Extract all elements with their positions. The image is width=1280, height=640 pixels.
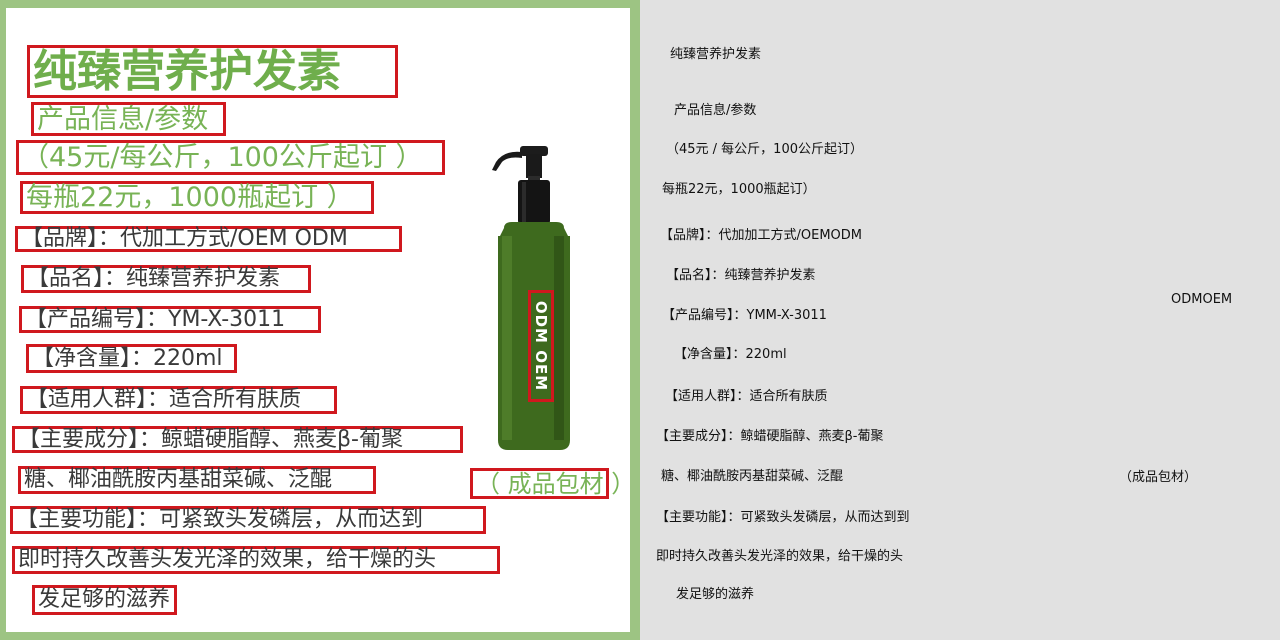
ocr-bottle-label: ODMOEM [1171,292,1233,307]
poster-ingredients-1: 【主要成分】：鲸蜡硬脂醇、燕麦β-葡聚 [12,426,463,453]
poster-users: 【适用人群】：适合所有肤质 [20,386,337,414]
poster-net: 【净含量】：220ml [26,344,237,373]
poster-name: 【品名】：纯臻营养护发素 [21,265,311,293]
ocr-function-2: 即时持久改善头发光泽的效果，给干燥的头 [656,549,904,564]
poster-function-3: 发足够的滋养 [32,585,177,615]
ocr-brand: 【品牌】：代加加工方式/OEMODM [660,228,863,243]
ocr-price-kg: （45元 / 每公斤，100公斤起订） [666,142,863,157]
ocr-subtitle: 产品信息/参数 [674,103,757,118]
poster-function-2: 即时持久改善头发光泽的效果，给干燥的头 [12,546,500,574]
poster-function-1: 【主要功能】：可紧致头发磷层，从而达到 [10,506,486,534]
poster-brand: 【品牌】：代加工方式/OEM ODM [15,226,402,252]
poster-packaging-label: （ 成品包材 ） [470,468,635,499]
poster-code: 【产品编号】：YM-X-3011 [19,306,321,333]
poster-title: 纯臻营养护发素 [27,45,398,98]
ocr-net: 【净含量】：220ml [674,347,787,362]
ocr-title: 纯臻营养护发素 [670,47,762,62]
poster-subtitle: 产品信息/参数 [31,102,226,136]
ocr-ingredients-2: 糖、椰油酰胺丙基甜菜碱、泛醌 [661,469,844,484]
ocr-text-panel: 纯臻营养护发素 产品信息/参数 （45元 / 每公斤，100公斤起订） 每瓶22… [640,0,1280,640]
ocr-users: 【适用人群】：适合所有肤质 [665,389,828,404]
poster-price-kg: （45元/每公斤，100公斤起订 ） [16,140,445,175]
poster-price-bottle: 每瓶22元，1000瓶起订 ） [20,181,374,214]
ocr-price-bottle: 每瓶22元，1000瓶起订） [662,182,816,197]
ocr-packaging: （成品包材） [1119,470,1198,485]
ocr-function-1: 【主要功能】：可紧致头发磷层，从而达到到 [656,510,910,525]
product-poster-image: 纯臻营养护发素 产品信息/参数 （45元/每公斤，100公斤起订 ） 每瓶22元… [0,0,640,640]
bottle-odm-oem-label: ODM OEM [528,290,554,402]
ocr-name: 【品名】：纯臻营养护发素 [666,268,816,283]
ocr-code: 【产品编号】：YMM-X-3011 [662,308,827,323]
ocr-function-3: 发足够的滋养 [676,587,755,602]
ocr-ingredients-1: 【主要成分】：鲸蜡硬脂醇、燕麦β-葡聚 [656,429,884,444]
poster-ingredients-2: 糖、椰油酰胺丙基甜菜碱、泛醌 [18,466,376,494]
